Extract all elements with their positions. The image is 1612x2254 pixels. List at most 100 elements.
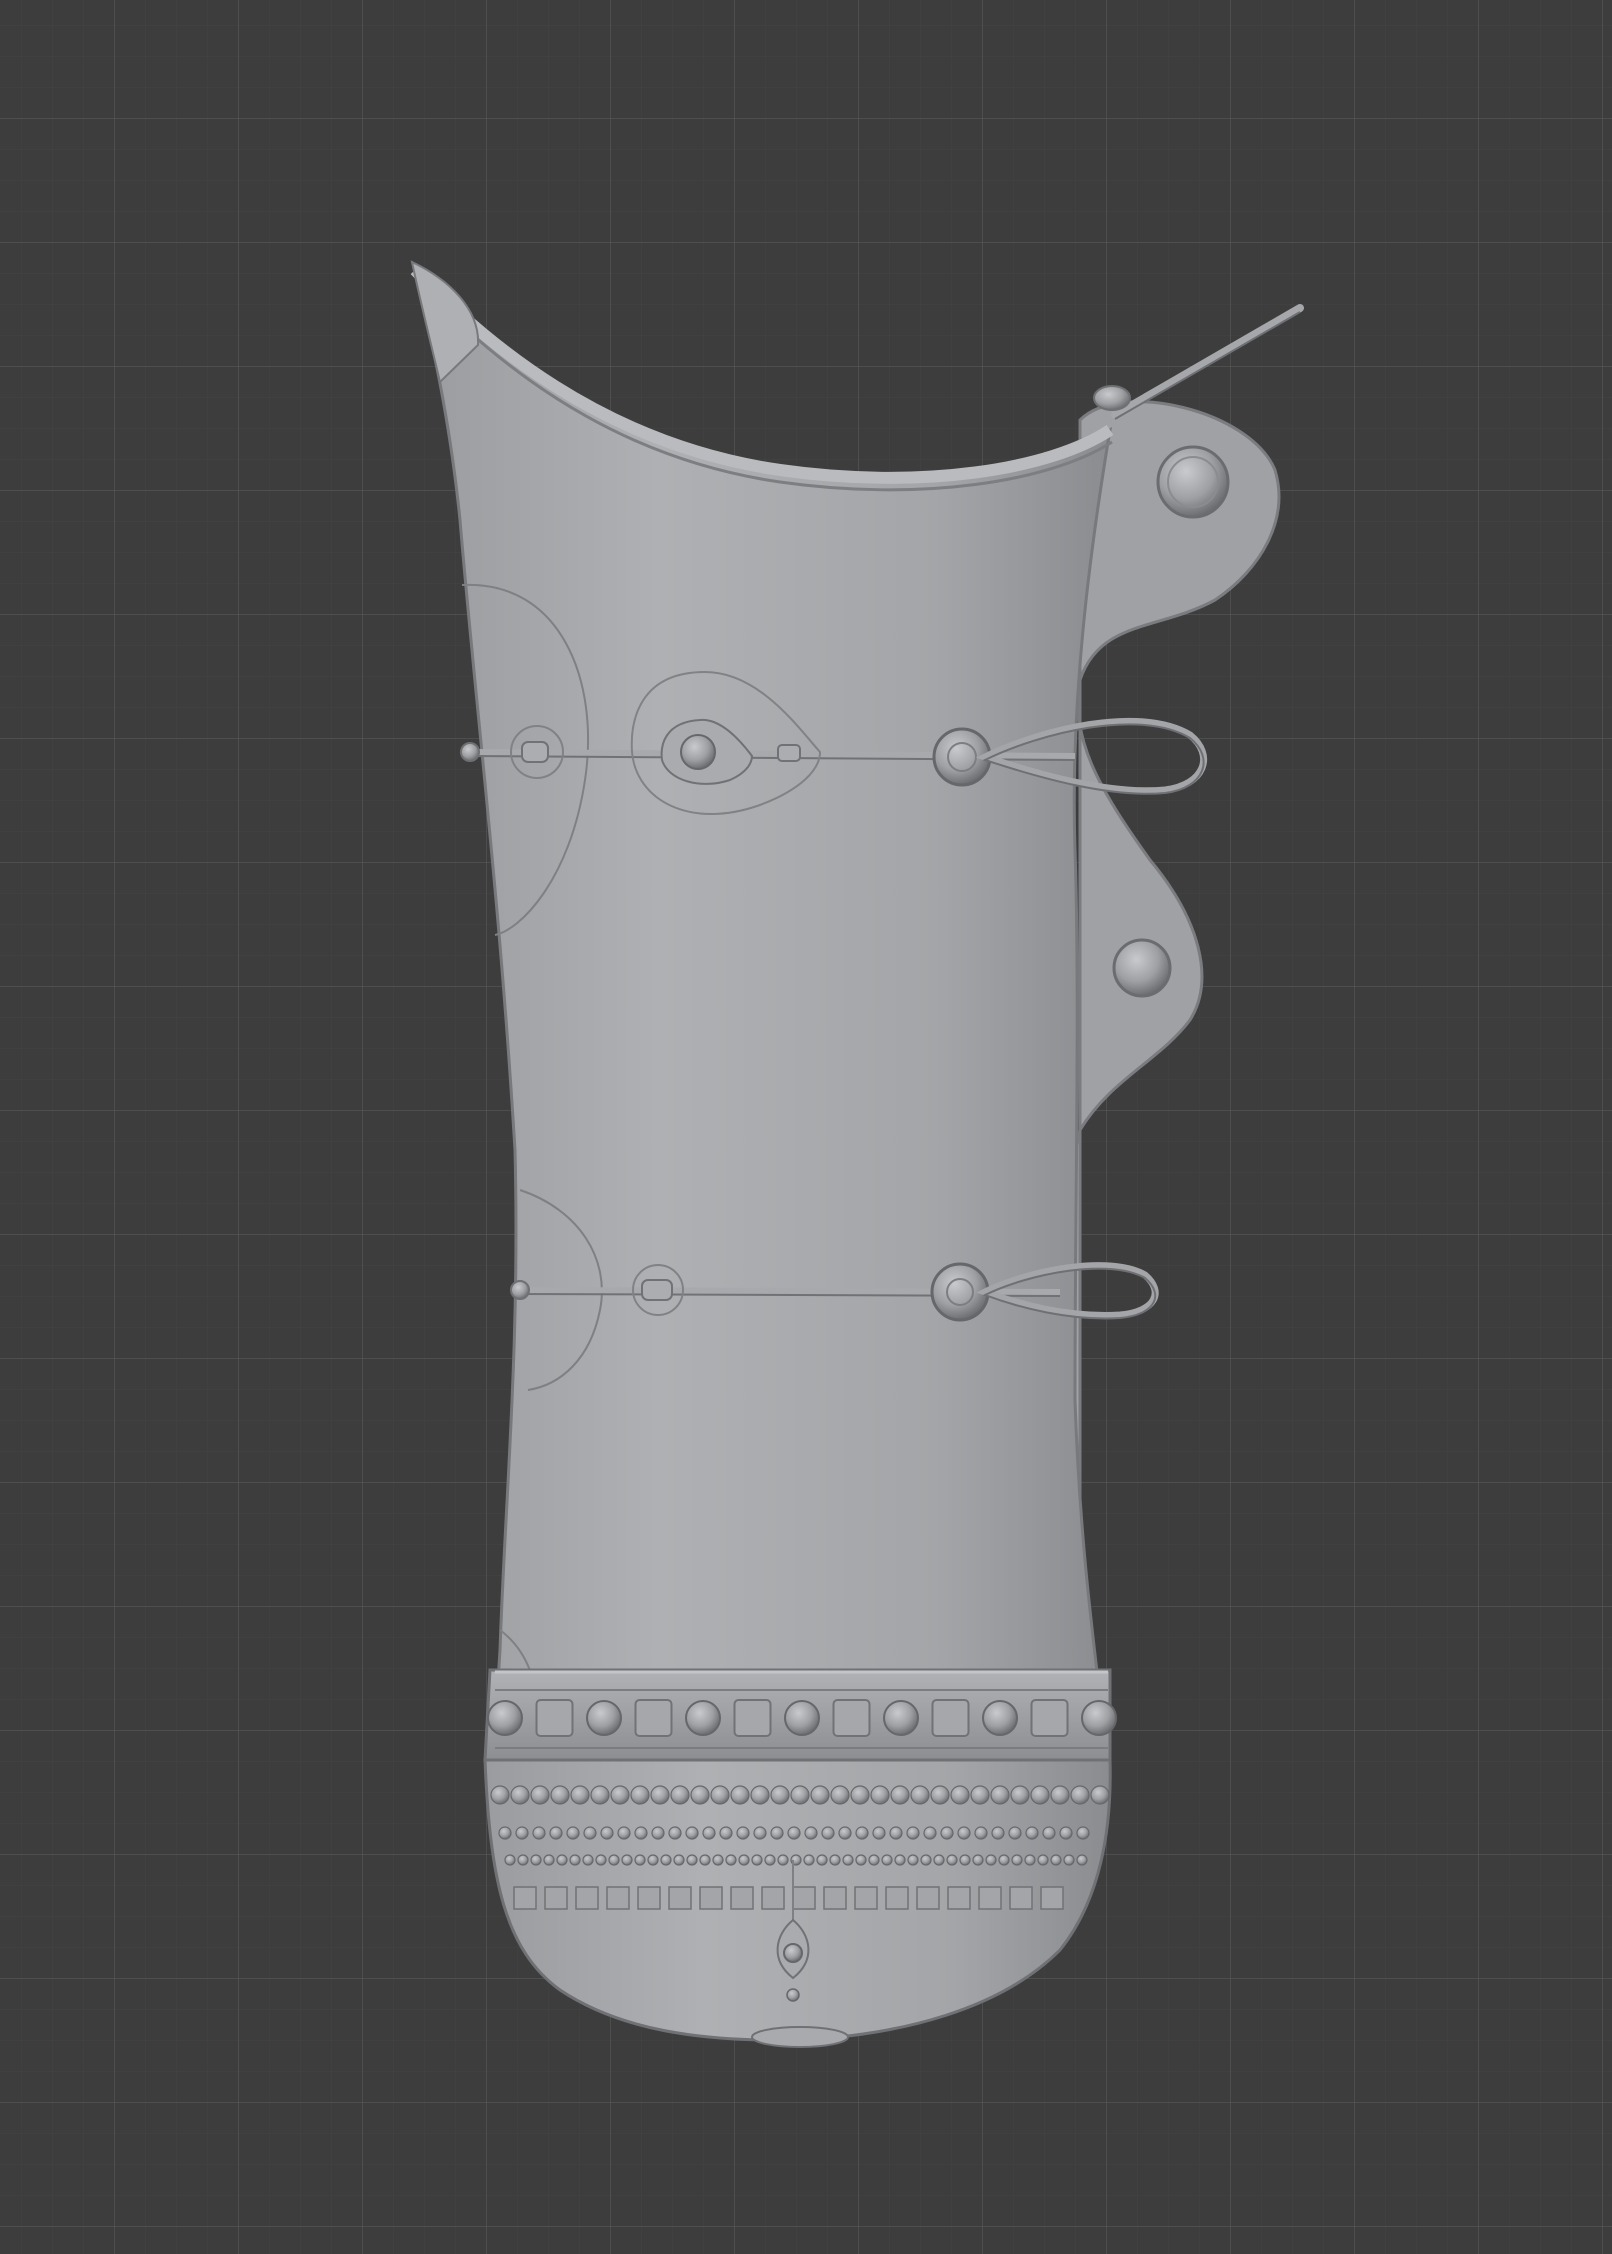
bead — [933, 1854, 945, 1866]
bead — [923, 1826, 937, 1840]
bead — [517, 1854, 529, 1866]
bead — [1025, 1826, 1039, 1840]
bead — [1037, 1854, 1049, 1866]
bead-tile — [885, 1886, 909, 1910]
bead — [894, 1854, 906, 1866]
bead — [803, 1854, 815, 1866]
bead — [702, 1826, 716, 1840]
bead — [1070, 1785, 1090, 1805]
bead — [1008, 1826, 1022, 1840]
bead — [750, 1785, 770, 1805]
bead-tile — [1040, 1886, 1064, 1910]
bead — [634, 1826, 648, 1840]
bead — [1042, 1826, 1056, 1840]
flap-rivet-middle[interactable] — [1112, 938, 1172, 998]
bead — [549, 1826, 563, 1840]
bead — [725, 1854, 737, 1866]
bead — [510, 1785, 530, 1805]
bead — [906, 1826, 920, 1840]
bead — [556, 1854, 568, 1866]
bead-tile — [637, 1886, 661, 1910]
bead — [583, 1826, 597, 1840]
bead-tile — [699, 1886, 723, 1910]
bead — [1059, 1826, 1073, 1840]
cuff-rosette — [931, 1699, 970, 1737]
bead — [957, 1826, 971, 1840]
bead — [930, 1785, 950, 1805]
bead — [543, 1854, 555, 1866]
cuff-rosette — [535, 1699, 574, 1737]
bead — [829, 1854, 841, 1866]
bead — [787, 1826, 801, 1840]
pin-knob — [1093, 385, 1131, 411]
bead — [751, 1854, 763, 1866]
bead — [686, 1854, 698, 1866]
side-flap[interactable] — [1064, 400, 1281, 1722]
bead — [910, 1785, 930, 1805]
bead — [600, 1826, 614, 1840]
bead — [855, 1854, 867, 1866]
bead — [595, 1854, 607, 1866]
bead — [850, 1785, 870, 1805]
3d-viewport[interactable] — [0, 0, 1612, 2254]
bead — [1010, 1785, 1030, 1805]
bead — [690, 1785, 710, 1805]
bead — [764, 1854, 776, 1866]
cuff-rosette — [634, 1699, 673, 1737]
bead — [753, 1826, 767, 1840]
top-strap-pin — [1111, 304, 1304, 419]
bead — [634, 1854, 646, 1866]
bead — [838, 1826, 852, 1840]
bead — [804, 1826, 818, 1840]
cuff-stud — [685, 1700, 721, 1736]
bead — [719, 1826, 733, 1840]
bead — [1090, 1785, 1110, 1805]
vambrace-body[interactable] — [412, 264, 1113, 1742]
bead — [946, 1854, 958, 1866]
bead — [855, 1826, 869, 1840]
cuff-stud — [784, 1700, 820, 1736]
bead-tile — [916, 1886, 940, 1910]
dome-tip — [751, 2026, 849, 2048]
cuff-stud — [982, 1700, 1018, 1736]
bead — [770, 1785, 790, 1805]
bead — [515, 1826, 529, 1840]
bead — [972, 1854, 984, 1866]
bead — [530, 1854, 542, 1866]
bead — [770, 1826, 784, 1840]
bead — [868, 1854, 880, 1866]
bead — [970, 1785, 990, 1805]
bead-tile — [792, 1886, 816, 1910]
bead — [736, 1826, 750, 1840]
bead — [712, 1854, 724, 1866]
bead — [532, 1826, 546, 1840]
bead — [821, 1826, 835, 1840]
bead — [673, 1854, 685, 1866]
bead-tile — [823, 1886, 847, 1910]
bead — [621, 1854, 633, 1866]
bead — [1076, 1854, 1088, 1866]
bead — [920, 1854, 932, 1866]
cuff-rosette — [733, 1699, 772, 1737]
bead — [1011, 1854, 1023, 1866]
bead — [651, 1826, 665, 1840]
bead — [610, 1785, 630, 1805]
bead — [777, 1854, 789, 1866]
bead — [590, 1785, 610, 1805]
bead — [670, 1785, 690, 1805]
bead — [668, 1826, 682, 1840]
bead — [490, 1785, 510, 1805]
bead — [998, 1854, 1010, 1866]
vambrace-model[interactable] — [0, 0, 1612, 2254]
bead — [974, 1826, 988, 1840]
cuff-rosette — [832, 1699, 871, 1737]
bead — [810, 1785, 830, 1805]
cuff-rosette — [1030, 1699, 1069, 1737]
bead — [1076, 1826, 1090, 1840]
bead — [1024, 1854, 1036, 1866]
bead-tile — [947, 1886, 971, 1910]
bead — [990, 1785, 1010, 1805]
strap-rivet[interactable] — [680, 734, 716, 770]
bead — [608, 1854, 620, 1866]
cuff-stud — [586, 1700, 622, 1736]
